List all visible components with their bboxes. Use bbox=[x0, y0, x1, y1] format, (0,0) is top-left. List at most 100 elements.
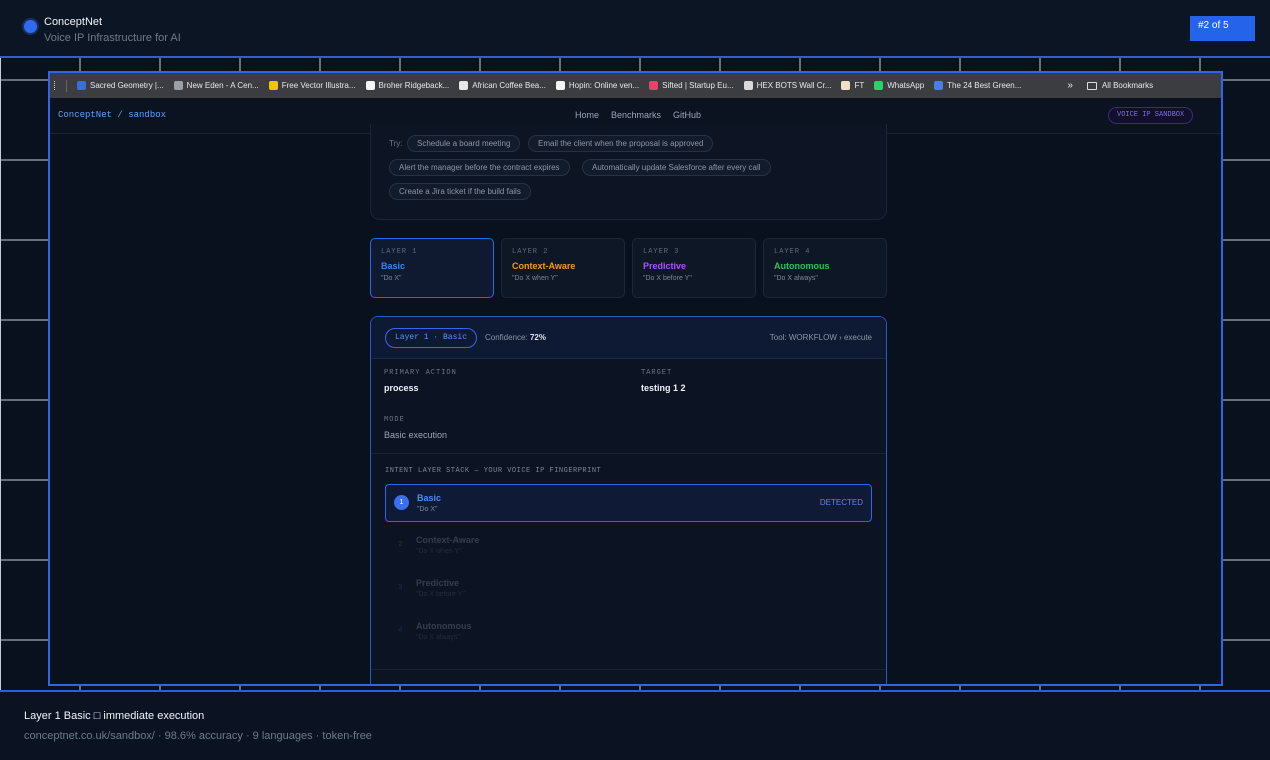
bookmark-item[interactable]: African Coffee Bea... bbox=[459, 81, 546, 90]
stack-number: 2 bbox=[398, 541, 403, 548]
primary-action-label: PRIMARY ACTION bbox=[384, 369, 457, 377]
example-chip[interactable]: Email the client when the proposal is ap… bbox=[528, 135, 714, 152]
nav-home[interactable]: Home bbox=[575, 110, 599, 120]
layer-number: LAYER 1 bbox=[381, 248, 418, 256]
bookmark-item[interactable]: Sacred Geometry |... bbox=[77, 81, 164, 90]
try-label: Try: bbox=[389, 139, 403, 148]
logo-icon bbox=[24, 20, 37, 33]
mode-label: MODE bbox=[384, 416, 405, 424]
bookmark-item[interactable]: Hopin: Online ven... bbox=[555, 81, 640, 90]
slide-counter[interactable]: #2 of 5 bbox=[1190, 16, 1255, 41]
bookmark-label: Hopin: Online ven... bbox=[568, 81, 640, 90]
confidence-label: Confidence: bbox=[485, 333, 528, 342]
apps-grid-icon[interactable] bbox=[54, 81, 58, 90]
site-brand[interactable]: ConceptNet / sandbox bbox=[58, 110, 166, 120]
site-nav-links: Home Benchmarks GitHub bbox=[575, 110, 701, 120]
bookmark-label: WhatsApp bbox=[887, 81, 925, 90]
whatsapp-icon bbox=[874, 81, 884, 90]
result-header: Layer 1 · Basic Confidence: 72% Tool: WO… bbox=[371, 317, 886, 359]
all-bookmarks-button[interactable]: All Bookmarks bbox=[1086, 81, 1154, 90]
confidence-value: 72% bbox=[529, 333, 546, 342]
bookmark-item[interactable]: New Eden - A Cen... bbox=[173, 81, 259, 90]
stack-row-autonomous: 4 Autonomous "Do X always" bbox=[385, 613, 872, 651]
nav-benchmarks[interactable]: Benchmarks bbox=[611, 110, 661, 120]
layer-tab-basic[interactable]: LAYER 1 Basic "Do X" bbox=[370, 238, 494, 298]
p-icon bbox=[365, 81, 375, 90]
bookmark-label: The 24 Best Green... bbox=[947, 81, 1022, 90]
folder-icon bbox=[1086, 81, 1097, 90]
app-header: ConceptNet Voice IP Infrastructure for A… bbox=[0, 0, 1270, 56]
stack-desc: "Do X before Y" bbox=[416, 591, 465, 598]
bookmark-label: FT bbox=[854, 81, 865, 90]
bookmark-item[interactable]: FT bbox=[841, 81, 864, 90]
layer-desc: "Do X before Y" bbox=[643, 275, 692, 282]
stack-row-predictive: 3 Predictive "Do X before Y" bbox=[385, 570, 872, 608]
bookmark-label: Sacred Geometry |... bbox=[90, 81, 164, 90]
stack-title: INTENT LAYER STACK — YOUR VOICE IP FINGE… bbox=[385, 467, 602, 475]
layer-tab-context-aware[interactable]: LAYER 2 Context-Aware "Do X when Y" bbox=[501, 238, 625, 298]
layer-number: LAYER 3 bbox=[643, 248, 680, 256]
layer-name: Predictive bbox=[643, 261, 687, 271]
sifted-icon bbox=[649, 81, 659, 90]
layer-desc: "Do X" bbox=[381, 275, 402, 282]
layer-name: Autonomous bbox=[774, 261, 830, 271]
eye-icon bbox=[173, 81, 183, 90]
stack-number: 4 bbox=[398, 627, 403, 634]
h-icon bbox=[555, 81, 565, 90]
all-bookmarks-label: All Bookmarks bbox=[1101, 81, 1154, 90]
layer-desc: "Do X when Y" bbox=[512, 275, 558, 282]
layer-tab-predictive[interactable]: LAYER 3 Predictive "Do X before Y" bbox=[632, 238, 756, 298]
stack-desc: "Do X" bbox=[417, 506, 438, 513]
app-subtitle: Voice IP Infrastructure for AI bbox=[44, 32, 181, 44]
example-chip[interactable]: Automatically update Salesforce after ev… bbox=[582, 159, 771, 176]
section-divider bbox=[371, 669, 886, 670]
target-value: testing 1 2 bbox=[641, 383, 686, 393]
layer-tab-autonomous[interactable]: LAYER 4 Autonomous "Do X always" bbox=[763, 238, 887, 298]
example-chip[interactable]: Schedule a board meeting bbox=[407, 135, 521, 152]
cup-icon bbox=[459, 81, 469, 90]
layer-name: Context-Aware bbox=[512, 261, 576, 271]
try-examples-card: Try: Schedule a board meeting Email the … bbox=[370, 124, 887, 220]
example-chip[interactable]: Create a Jira ticket if the build fails bbox=[389, 183, 531, 200]
layer-name: Basic bbox=[381, 261, 406, 271]
section-divider bbox=[371, 453, 886, 454]
bookmarks-bar: Sacred Geometry |... New Eden - A Cen... F… bbox=[50, 73, 1221, 98]
bookmark-item[interactable]: Free Vector Illustra... bbox=[268, 81, 356, 90]
layer-number: LAYER 2 bbox=[512, 248, 549, 256]
bookmark-item[interactable]: Sifted | Startup Eu... bbox=[649, 81, 734, 90]
detected-status: DETECTED bbox=[819, 498, 863, 507]
mode-value: Basic execution bbox=[384, 430, 448, 440]
bookmark-item[interactable]: HEX BOTS Wall Cr... bbox=[743, 81, 832, 90]
more-bookmarks-button[interactable]: » bbox=[1067, 80, 1073, 91]
caption-subtitle: conceptnet.co.uk/sandbox/ · 98.6% accura… bbox=[24, 730, 372, 742]
stack-name: Context-Aware bbox=[416, 535, 480, 545]
stack-number: 3 bbox=[398, 584, 403, 591]
browser-window: Sacred Geometry |... New Eden - A Cen... F… bbox=[48, 71, 1223, 686]
bookmark-label: Broher Ridgeback... bbox=[378, 81, 450, 90]
bookmark-label: African Coffee Bea... bbox=[472, 81, 546, 90]
confidence: Confidence: 72% bbox=[485, 333, 546, 342]
bookmark-item[interactable]: Broher Ridgeback... bbox=[365, 81, 450, 90]
bookmark-item[interactable]: WhatsApp bbox=[874, 81, 924, 90]
caption-title: Layer 1 Basic □ immediate execution bbox=[24, 710, 205, 722]
infinity-icon bbox=[934, 81, 944, 90]
bookmarks-separator bbox=[66, 79, 67, 92]
wordpress-icon bbox=[77, 81, 86, 90]
layer-desc: "Do X always" bbox=[774, 275, 818, 282]
detected-layer-pill: Layer 1 · Basic bbox=[385, 328, 478, 348]
sandbox-badge: VOICE IP SANDBOX bbox=[1108, 107, 1194, 124]
stack-name: Predictive bbox=[416, 578, 460, 588]
ft-icon bbox=[841, 81, 851, 90]
intent-result-panel: Layer 1 · Basic Confidence: 72% Tool: WO… bbox=[370, 316, 887, 684]
primary-action-value: process bbox=[384, 383, 419, 393]
bookmark-label: HEX BOTS Wall Cr... bbox=[756, 81, 832, 90]
bookmark-item[interactable]: The 24 Best Green... bbox=[934, 81, 1021, 90]
target-label: TARGET bbox=[641, 369, 673, 377]
app-title: ConceptNet bbox=[44, 16, 103, 28]
example-chip[interactable]: Alert the manager before the contract ex… bbox=[389, 159, 570, 176]
stack-desc: "Do X always" bbox=[416, 634, 460, 641]
screenshot-stage: Sacred Geometry |... New Eden - A Cen... F… bbox=[0, 56, 1270, 692]
stack-desc: "Do X when Y" bbox=[416, 548, 462, 555]
nav-github[interactable]: GitHub bbox=[673, 110, 701, 120]
globe-icon bbox=[743, 81, 753, 90]
